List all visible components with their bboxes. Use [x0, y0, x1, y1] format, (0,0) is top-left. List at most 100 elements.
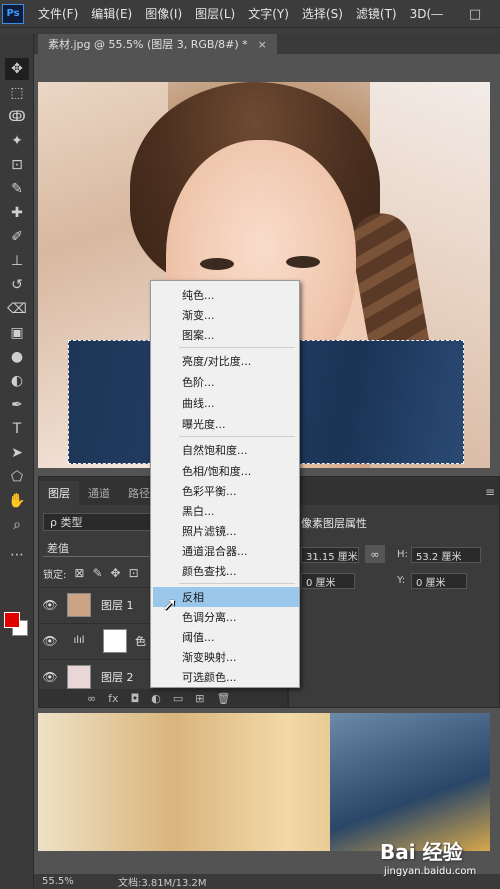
history-brush-tool[interactable]: ↺ [5, 274, 29, 296]
trash-icon[interactable]: 🗑 [217, 692, 231, 705]
path-select-tool[interactable]: ➤ [5, 442, 29, 464]
document-size: 文档:3.81M/13.2M [118, 878, 207, 889]
menu-item-gradient-map[interactable]: 渐变映射... [153, 647, 299, 667]
new-layer-icon[interactable]: ⊞ [195, 692, 204, 705]
width-field[interactable]: 31.15 厘米 [301, 547, 359, 563]
menu-item-solid-color[interactable]: 纯色... [153, 285, 299, 305]
menu-filter[interactable]: 滤镜(T) [356, 5, 397, 22]
move-icon: ✥ [11, 61, 23, 77]
document-tab-bar: 素材.jpg @ 55.5% (图层 3, RGB/8#) * × [34, 34, 500, 54]
menu-select[interactable]: 选择(S) [302, 5, 343, 22]
panel-menu-icon[interactable]: ≡ [485, 485, 495, 499]
menu-item-curves[interactable]: 曲线... [153, 393, 299, 413]
blend-mode-select[interactable]: 差值 [43, 539, 153, 557]
crop-tool[interactable]: ⊡ [5, 154, 29, 176]
hand-icon: ✋ [8, 493, 26, 509]
lock-paint-icon[interactable]: ✎ [92, 566, 102, 580]
layer-name: 色 [135, 634, 146, 648]
properties-title: 像素图层属性 [301, 517, 367, 530]
crop-icon: ⊡ [11, 157, 23, 173]
fx-icon[interactable]: fx [108, 692, 118, 705]
zoom-level[interactable]: 55.5% [42, 876, 102, 887]
visibility-eye-icon[interactable]: 👁 [39, 598, 61, 612]
height-field[interactable]: 53.2 厘米 [411, 547, 481, 563]
dodge-tool[interactable]: ◐ [5, 370, 29, 392]
magic-wand-tool[interactable]: ✦ [5, 130, 29, 152]
menu-item-channel-mixer[interactable]: 通道混合器... [153, 541, 299, 561]
menu-file[interactable]: 文件(F) [38, 5, 78, 22]
levels-adjustment-icon: ılıl [67, 628, 91, 653]
menu-edit[interactable]: 编辑(E) [91, 5, 132, 22]
maximize-button[interactable]: □ [462, 3, 488, 25]
document-tab[interactable]: 素材.jpg @ 55.5% (图层 3, RGB/8#) * × [38, 34, 277, 54]
brush-tool[interactable]: ✐ [5, 226, 29, 248]
photo-lower-blur [330, 713, 490, 851]
zoom-tool[interactable]: ⌕ [5, 514, 29, 536]
lock-transparent-icon[interactable]: ⊠ [74, 566, 84, 580]
eyedropper-tool[interactable]: ✎ [5, 178, 29, 200]
lock-position-icon[interactable]: ✥ [111, 566, 121, 580]
menu-item-pattern[interactable]: 图案... [153, 325, 299, 345]
menu-item-levels[interactable]: 色阶... [153, 372, 299, 392]
y-field[interactable]: 0 厘米 [411, 573, 467, 589]
tab-channels[interactable]: 通道 [79, 481, 119, 505]
x-field[interactable]: 0 厘米 [301, 573, 355, 589]
blur-tool[interactable]: ● [5, 346, 29, 368]
baidu-watermark-logo: Bai 经验 [380, 840, 463, 864]
menu-item-selective-color[interactable]: 可选颜色... [153, 667, 299, 687]
menu-item-brightness-contrast[interactable]: 亮度/对比度... [153, 351, 299, 371]
shape-tool[interactable]: ⬠ [5, 466, 29, 488]
menu-item-threshold[interactable]: 阈值... [153, 627, 299, 647]
foreground-color-swatch[interactable] [4, 612, 20, 628]
menu-item-color-lookup[interactable]: 颜色查找... [153, 561, 299, 581]
menu-item-black-white[interactable]: 黑白... [153, 501, 299, 521]
close-icon[interactable]: × [258, 38, 267, 51]
type-tool[interactable]: T [5, 418, 29, 440]
layer-name: 图层 2 [101, 670, 134, 684]
menu-item-exposure[interactable]: 曝光度... [153, 414, 299, 434]
more-tools[interactable]: ⋯ [5, 544, 29, 566]
lasso-tool[interactable]: ↂ [5, 106, 29, 128]
link-dimensions-icon[interactable]: ∞ [365, 545, 385, 563]
add-mask-icon[interactable]: ◘ [131, 692, 140, 705]
eraser-icon: ⌫ [7, 301, 27, 317]
type-icon: T [12, 421, 22, 437]
menu-item-gradient[interactable]: 渐变... [153, 305, 299, 325]
eraser-tool[interactable]: ⌫ [5, 298, 29, 320]
menu-type[interactable]: 文字(Y) [248, 5, 289, 22]
layer-mask-thumbnail[interactable] [103, 628, 127, 653]
gradient-tool[interactable]: ▣ [5, 322, 29, 344]
photo-eye-right [286, 256, 320, 268]
layer-filter-select[interactable]: ρ 类型 [43, 513, 153, 531]
marquee-icon: ⬚ [10, 85, 24, 101]
blur-icon: ● [10, 349, 24, 365]
healing-tool[interactable]: ✚ [5, 202, 29, 224]
menu-item-color-balance[interactable]: 色彩平衡... [153, 481, 299, 501]
canvas-image-lower[interactable] [38, 713, 490, 851]
visibility-eye-icon[interactable]: 👁 [39, 634, 61, 648]
properties-panel: ≡ 像素图层属性 31.15 厘米 ∞ H: 53.2 厘米 0 厘米 Y: 0… [288, 476, 500, 708]
gradient-icon: ▣ [10, 325, 24, 341]
menu-item-hue-saturation[interactable]: 色相/饱和度... [153, 461, 299, 481]
visibility-eye-icon[interactable]: 👁 [39, 670, 61, 684]
link-layers-icon[interactable]: ∞ [87, 692, 96, 705]
new-group-icon[interactable]: ▭ [173, 692, 183, 705]
menu-item-photo-filter[interactable]: 照片滤镜... [153, 521, 299, 541]
adjustment-layer-icon[interactable]: ◐ [151, 692, 161, 705]
adjustment-layer-menu: 纯色... 渐变... 图案... 亮度/对比度... 色阶... 曲线... … [150, 280, 300, 688]
lock-artboard-icon[interactable]: ⊡ [129, 566, 139, 580]
eyedropper-icon: ✎ [11, 181, 23, 197]
more-icon: ⋯ [10, 547, 24, 563]
menu-item-vibrance[interactable]: 自然饱和度... [153, 440, 299, 460]
pen-tool[interactable]: ✒ [5, 394, 29, 416]
menu-layer[interactable]: 图层(L) [195, 5, 235, 22]
tab-layers[interactable]: 图层 [39, 481, 79, 505]
hand-tool[interactable]: ✋ [5, 490, 29, 512]
menu-image[interactable]: 图像(I) [145, 5, 182, 22]
move-tool[interactable]: ✥ [5, 58, 29, 80]
baidu-watermark-url: jingyan.baidu.com [384, 866, 477, 877]
properties-panel-header [289, 477, 499, 505]
marquee-tool[interactable]: ⬚ [5, 82, 29, 104]
stamp-tool[interactable]: ⊥ [5, 250, 29, 272]
minimize-button[interactable]: — [424, 3, 450, 25]
